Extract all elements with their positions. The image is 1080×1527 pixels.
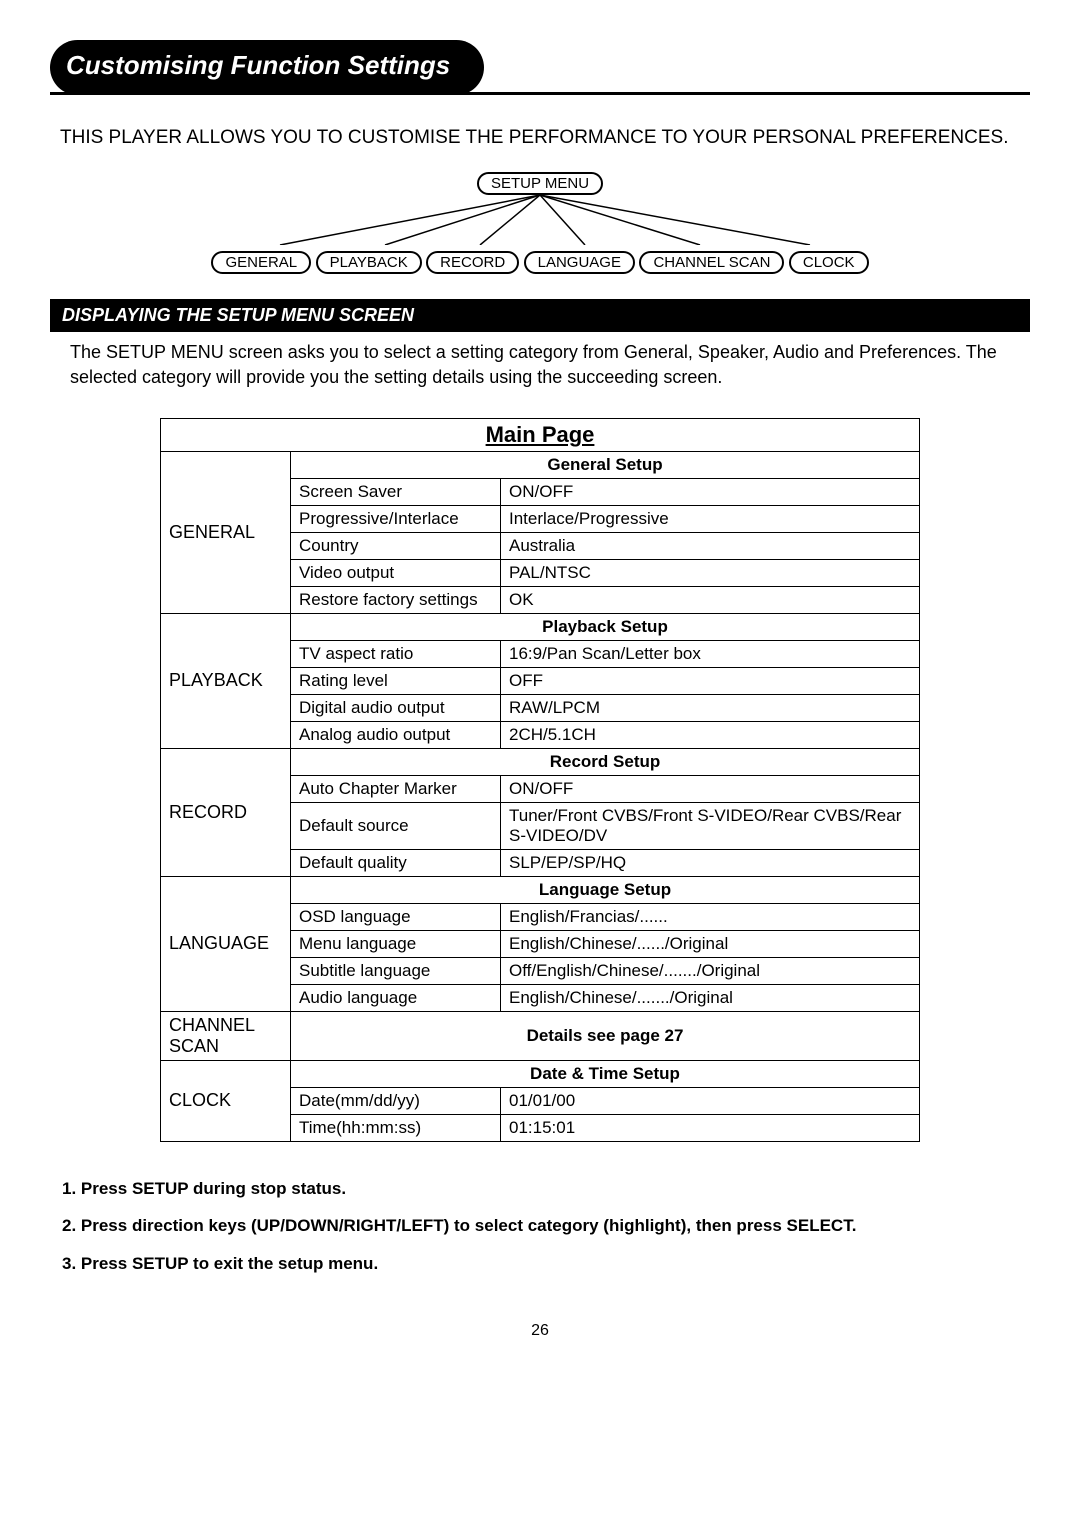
setting-name: Rating level [291,667,501,694]
page-number: 26 [50,1322,1030,1340]
page-title: Customising Function Settings [50,40,484,95]
instructions: 1. Press SETUP during stop status. 2. Pr… [62,1170,1018,1282]
setting-name: Menu language [291,930,501,957]
setting-value: English/Chinese/......./Original [501,984,920,1011]
title-bar: Customising Function Settings [50,40,1030,95]
diagram-child: RECORD [426,251,519,274]
setting-name: Restore factory settings [291,586,501,613]
section-heading: DISPLAYING THE SETUP MENU SCREEN [50,299,1030,332]
group-header: Record Setup [291,748,920,775]
setting-value: RAW/LPCM [501,694,920,721]
setting-value: Off/English/Chinese/......./Original [501,957,920,984]
setting-value: Interlace/Progressive [501,505,920,532]
setting-value: 01:15:01 [501,1114,920,1141]
setting-name: OSD language [291,903,501,930]
instruction-line: 1. Press SETUP during stop status. [62,1170,1018,1207]
group-header: General Setup [291,451,920,478]
setting-value: OFF [501,667,920,694]
group-label: GENERAL [161,451,291,613]
diagram-lines-icon [230,195,850,245]
setting-name: Progressive/Interlace [291,505,501,532]
table-main-title: Main Page [161,418,920,451]
setting-name: Screen Saver [291,478,501,505]
group-header: Details see page 27 [291,1011,920,1060]
setting-value: 2CH/5.1CH [501,721,920,748]
setting-value: Tuner/Front CVBS/Front S-VIDEO/Rear CVBS… [501,802,920,849]
section-text: The SETUP MENU screen asks you to select… [70,340,1010,390]
setting-value: English/Chinese/....../Original [501,930,920,957]
diagram-child: PLAYBACK [316,251,422,274]
menu-diagram: SETUP MENU GENERAL PLAYBACK RECORD LANGU… [50,172,1030,274]
setting-name: Subtitle language [291,957,501,984]
setting-name: TV aspect ratio [291,640,501,667]
diagram-child: LANGUAGE [524,251,635,274]
setting-name: Date(mm/dd/yy) [291,1087,501,1114]
group-label: CHANNEL SCAN [161,1011,291,1060]
setting-value: 16:9/Pan Scan/Letter box [501,640,920,667]
setting-name: Audio language [291,984,501,1011]
setting-name: Default quality [291,849,501,876]
setting-name: Time(hh:mm:ss) [291,1114,501,1141]
setting-value: 01/01/00 [501,1087,920,1114]
setting-value: Australia [501,532,920,559]
setting-name: Analog audio output [291,721,501,748]
setting-name: Digital audio output [291,694,501,721]
setting-name: Video output [291,559,501,586]
setting-value: OK [501,586,920,613]
diagram-root: SETUP MENU [477,172,603,195]
setting-value: English/Francias/...... [501,903,920,930]
setting-value: ON/OFF [501,478,920,505]
group-header: Playback Setup [291,613,920,640]
setting-name: Auto Chapter Marker [291,775,501,802]
diagram-child: CHANNEL SCAN [639,251,784,274]
setting-value: ON/OFF [501,775,920,802]
group-header: Language Setup [291,876,920,903]
setting-name: Country [291,532,501,559]
group-label: PLAYBACK [161,613,291,748]
group-label: CLOCK [161,1060,291,1141]
setting-value: PAL/NTSC [501,559,920,586]
settings-table: Main Page GENERALGeneral SetupScreen Sav… [160,418,920,1142]
diagram-child: GENERAL [211,251,311,274]
setting-name: Default source [291,802,501,849]
instruction-line: 3. Press SETUP to exit the setup menu. [62,1245,1018,1282]
group-header: Date & Time Setup [291,1060,920,1087]
diagram-child: CLOCK [789,251,869,274]
group-label: LANGUAGE [161,876,291,1011]
instruction-line: 2. Press direction keys (UP/DOWN/RIGHT/L… [62,1207,1018,1244]
intro-text: THIS PLAYER ALLOWS YOU TO CUSTOMISE THE … [60,125,1020,152]
setting-value: SLP/EP/SP/HQ [501,849,920,876]
group-label: RECORD [161,748,291,876]
